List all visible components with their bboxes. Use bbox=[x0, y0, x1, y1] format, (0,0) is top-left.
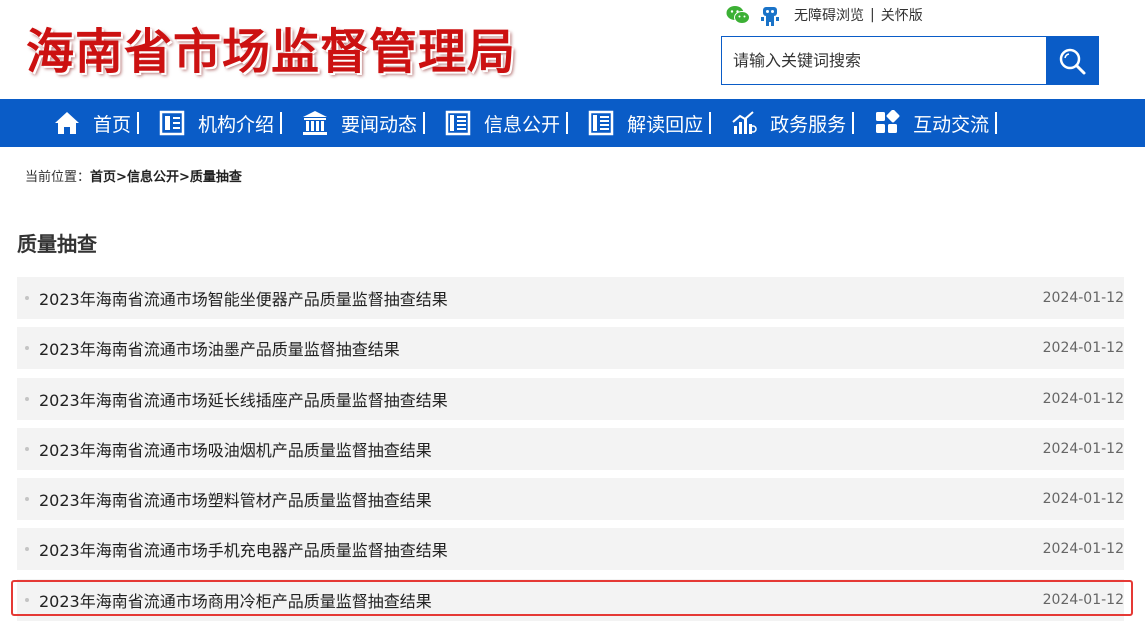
list-item[interactable]: 2023年海南省流通市场智能坐便器产品质量监督抽查结果 2024-01-12 bbox=[17, 277, 1124, 319]
search-input[interactable] bbox=[722, 37, 1046, 84]
robot-icon[interactable] bbox=[760, 4, 780, 26]
grid-icon bbox=[876, 110, 900, 133]
list-item[interactable]: 2023年海南省流通市场手机充电器产品质量监督抽查结果 2024-01-12 bbox=[17, 528, 1124, 571]
list-item-date: 2024-01-12 bbox=[1042, 440, 1124, 457]
bullet-dot bbox=[25, 296, 29, 300]
nav-label: 政务服务 bbox=[770, 113, 847, 136]
list-item-date: 2024-01-12 bbox=[1042, 541, 1124, 558]
care-mode-link[interactable]: 关怀版 bbox=[881, 5, 923, 25]
nav-item-gov-service[interactable]: 政务服务 bbox=[731, 99, 846, 147]
book-icon bbox=[588, 110, 614, 136]
list-item-date: 2024-01-12 bbox=[1042, 491, 1124, 508]
nav-label: 互动交流 bbox=[913, 113, 990, 136]
list-item[interactable]: 2023年海南省流通市场油墨产品质量监督抽查结果 2024-01-12 bbox=[17, 327, 1124, 370]
home-icon bbox=[55, 112, 79, 134]
accessibility-link[interactable]: 无障碍浏览 bbox=[794, 5, 864, 25]
nav-label: 解读回应 bbox=[627, 113, 704, 136]
list-item-title[interactable]: 2023年海南省流通市场吸油烟机产品质量监督抽查结果 bbox=[39, 437, 432, 461]
list-item[interactable]: 2023年海南省流通市场塑料管材产品质量监督抽查结果 2024-01-12 bbox=[17, 478, 1124, 521]
site-logo-title[interactable]: 海南省市场监督管理局 bbox=[26, 12, 516, 82]
search-box bbox=[721, 36, 1099, 85]
breadcrumb-prefix: 当前位置： bbox=[25, 170, 91, 185]
top-links: 无障碍浏览 | 关怀版 bbox=[726, 4, 923, 26]
nav-item-news[interactable]: 要闻动态 bbox=[302, 99, 417, 147]
nav-item-interpretation[interactable]: 解读回应 bbox=[588, 99, 703, 147]
bullet-dot bbox=[25, 446, 29, 451]
nav-divider bbox=[995, 112, 998, 134]
list-item-date: 2024-01-12 bbox=[1042, 591, 1124, 608]
list-item-title[interactable]: 2023年海南省流通市场延长线插座产品质量监督抽查结果 bbox=[39, 387, 448, 411]
nav-divider bbox=[709, 112, 712, 134]
nav-item-interaction[interactable]: 互动交流 bbox=[874, 99, 989, 147]
bullet-dot bbox=[25, 396, 29, 401]
list-item-date: 2024-01-12 bbox=[1042, 390, 1124, 407]
list-item-title[interactable]: 2023年海南省流通市场油墨产品质量监督抽查结果 bbox=[39, 336, 400, 360]
nav-divider bbox=[137, 112, 140, 134]
nav-label: 机构介绍 bbox=[198, 113, 275, 136]
breadcrumb-current[interactable]: 质量抽查 bbox=[190, 170, 242, 185]
breadcrumb: 当前位置：首页>信息公开>质量抽查 bbox=[25, 166, 242, 185]
list-item-date: 2024-01-12 bbox=[1042, 340, 1124, 357]
nav-label: 要闻动态 bbox=[341, 113, 418, 136]
list-icon bbox=[445, 110, 471, 136]
breadcrumb-home-link[interactable]: 首页 bbox=[90, 170, 116, 185]
top-link-separator: | bbox=[870, 7, 875, 23]
nav-label: 首页 bbox=[93, 113, 132, 136]
breadcrumb-arrow: > bbox=[178, 170, 190, 185]
breadcrumb-section-link[interactable]: 信息公开 bbox=[127, 170, 179, 185]
list-item-title[interactable]: 2023年海南省流通市场智能坐便器产品质量监督抽查结果 bbox=[39, 286, 448, 310]
search-button[interactable] bbox=[1046, 37, 1098, 84]
nav-label: 信息公开 bbox=[484, 113, 561, 136]
wechat-icon[interactable] bbox=[726, 5, 750, 25]
nav-item-about[interactable]: 机构介绍 bbox=[159, 99, 274, 147]
list-item-title[interactable]: 2023年海南省流通市场手机充电器产品质量监督抽查结果 bbox=[39, 537, 448, 561]
bullet-dot bbox=[25, 497, 29, 502]
list-item[interactable]: 2023年海南省流通市场吸油烟机产品质量监督抽查结果 2024-01-12 bbox=[17, 427, 1124, 470]
list-item-highlighted[interactable]: 2023年海南省流通市场商用冷柜产品质量监督抽查结果 2024-01-12 bbox=[17, 578, 1124, 621]
search-icon bbox=[1059, 48, 1086, 74]
list-item-date: 2024-01-12 bbox=[1042, 290, 1124, 306]
breadcrumb-arrow: > bbox=[116, 170, 127, 185]
nav-divider bbox=[852, 112, 855, 134]
page: 海南省市场监督管理局 无障碍浏览 | 关怀版 请输入关键词搜索 首页 机构介绍 … bbox=[0, 0, 1145, 630]
document-icon bbox=[159, 110, 185, 136]
article-list: 2023年海南省流通市场智能坐便器产品质量监督抽查结果 2024-01-12 2… bbox=[17, 277, 1124, 629]
list-item-title[interactable]: 2023年海南省流通市场塑料管材产品质量监督抽查结果 bbox=[39, 487, 432, 511]
nav-divider bbox=[280, 112, 283, 134]
chart-icon bbox=[732, 111, 757, 134]
header: 海南省市场监督管理局 无障碍浏览 | 关怀版 请输入关键词搜索 bbox=[0, 0, 1145, 99]
bullet-dot bbox=[25, 597, 29, 602]
main-nav: 首页 机构介绍 要闻动态 信息公开 解读回应 政务服务 互动交流 bbox=[0, 99, 1145, 147]
nav-item-home[interactable]: 首页 bbox=[54, 99, 131, 147]
bullet-dot bbox=[25, 547, 29, 552]
list-item-title[interactable]: 2023年海南省流通市场商用冷柜产品质量监督抽查结果 bbox=[39, 588, 432, 612]
list-item[interactable]: 2023年海南省流通市场延长线插座产品质量监督抽查结果 2024-01-12 bbox=[17, 377, 1124, 420]
building-icon bbox=[303, 111, 328, 135]
nav-divider bbox=[566, 112, 569, 134]
nav-divider bbox=[423, 112, 426, 134]
nav-item-info-public[interactable]: 信息公开 bbox=[445, 99, 560, 147]
bullet-dot bbox=[25, 346, 29, 351]
page-title: 质量抽查 bbox=[17, 232, 97, 256]
